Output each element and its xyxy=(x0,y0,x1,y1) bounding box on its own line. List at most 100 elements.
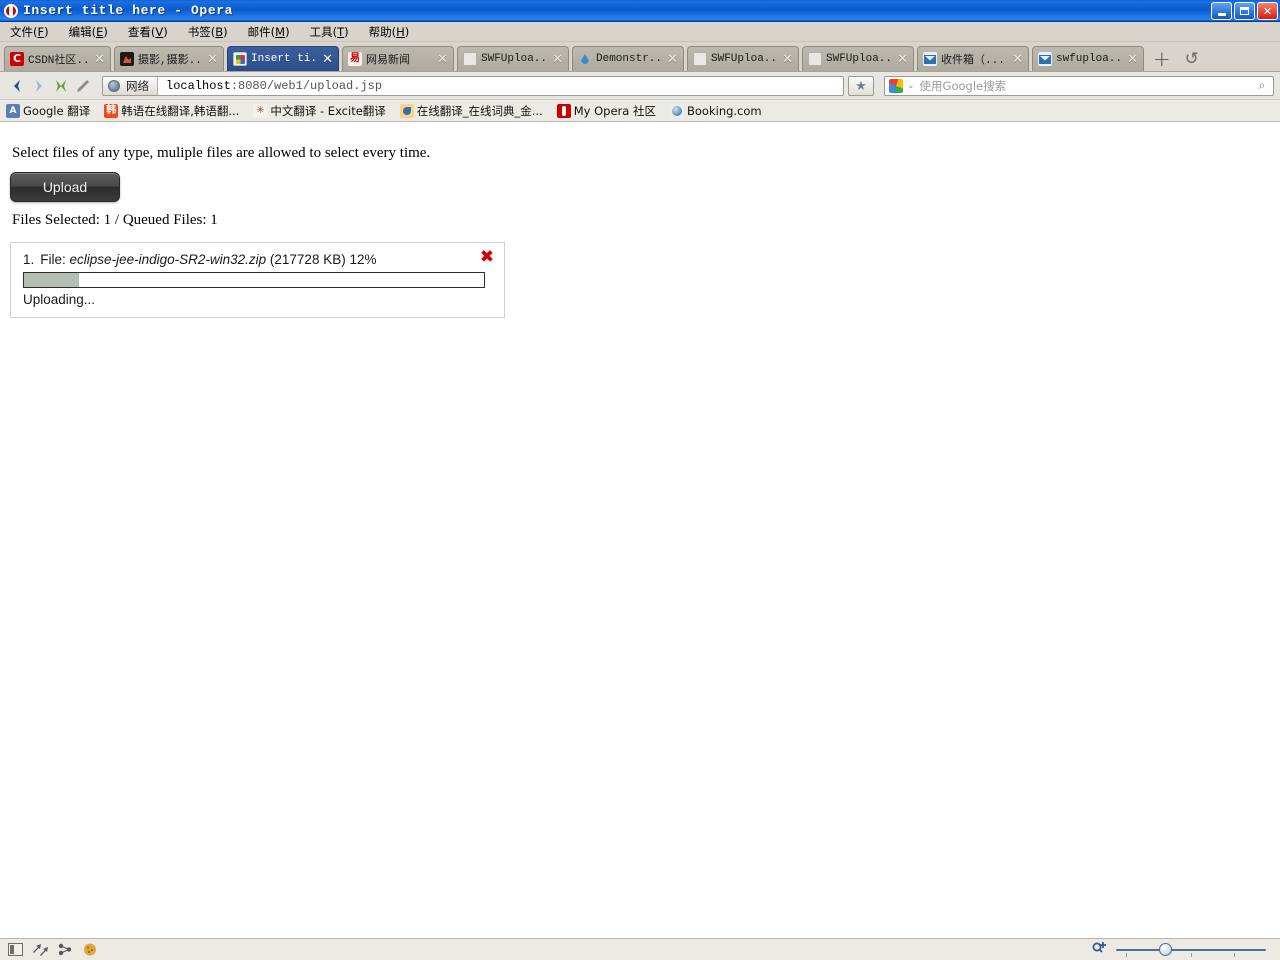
zoom-icon[interactable] xyxy=(1092,941,1108,959)
new-tab-button[interactable]: + xyxy=(1153,49,1171,70)
bookmark-my-opera[interactable]: My Opera 社区 xyxy=(556,103,656,119)
menu-accel: F xyxy=(37,24,45,39)
queue-item-delete-icon[interactable]: ✖ xyxy=(480,249,494,266)
menu-label: 编辑 xyxy=(68,24,92,39)
maximize-button[interactable] xyxy=(1234,2,1255,20)
queue-item-file-label: File: xyxy=(40,252,66,267)
bookmark-booking[interactable]: Booking.com xyxy=(670,103,762,118)
tab-close-icon[interactable]: ✕ xyxy=(667,53,678,66)
zoom-slider-knob[interactable] xyxy=(1159,942,1172,956)
address-toolbar: 网络 localhost:8080/web1/upload.jsp ★ ⌄ 使用… xyxy=(0,72,1280,100)
csdn-icon xyxy=(10,52,24,66)
tab-swfupload-3[interactable]: SWFUploa... ✕ xyxy=(802,46,914,71)
menu-accel: H xyxy=(396,24,405,39)
url-host: localhost xyxy=(166,78,231,93)
tab-insert-title[interactable]: Insert ti... ✕ xyxy=(227,46,339,71)
excite-icon xyxy=(253,103,268,118)
bookmark-excite-translate[interactable]: 中文翻译 - Excite翻译 xyxy=(253,103,386,119)
korean-translate-icon xyxy=(104,103,119,118)
links-icon[interactable] xyxy=(56,942,74,958)
queue-item-filename: eclipse-jee-indigo-SR2-win32.zip xyxy=(69,252,267,267)
edit-icon[interactable] xyxy=(72,75,94,97)
tab-close-icon[interactable]: ✕ xyxy=(1012,53,1023,66)
globe-icon xyxy=(108,79,120,92)
tab-close-icon[interactable]: ✕ xyxy=(207,53,218,66)
upload-queue-panel: 1. File: eclipse-jee-indigo-SR2-win32.zi… xyxy=(10,242,505,318)
mail-icon xyxy=(923,52,937,66)
zoom-control[interactable] xyxy=(1092,941,1274,959)
tab-label: 网易新闻 xyxy=(366,55,410,67)
chevron-down-icon[interactable]: ⌄ xyxy=(907,80,915,91)
menu-label: 帮助 xyxy=(368,24,392,39)
blank-page-icon xyxy=(693,52,707,66)
menu-item-tools[interactable]: 工具(T) xyxy=(300,22,359,42)
tab-photo[interactable]: 摄影,摄影... ✕ xyxy=(114,46,224,71)
tab-close-icon[interactable]: ✕ xyxy=(437,53,448,66)
tab-swfupload-2[interactable]: SWFUploa... ✕ xyxy=(687,46,799,71)
menu-item-edit[interactable]: 编辑(E) xyxy=(59,22,118,42)
bookmark-label: Booking.com xyxy=(687,103,762,118)
stop-icon[interactable] xyxy=(50,75,72,97)
menu-bar: 文件(F) 编辑(E) 查看(V) 书签(B) 邮件(M) 工具(T) 帮助(H… xyxy=(0,22,1280,42)
address-bar[interactable]: 网络 localhost:8080/web1/upload.jsp xyxy=(102,75,844,96)
page-content: Select files of any type, muliple files … xyxy=(0,138,1280,938)
transfers-icon[interactable] xyxy=(31,942,49,958)
menu-item-bookmarks[interactable]: 书签(B) xyxy=(178,22,238,42)
tab-swfupload-mail[interactable]: swfuploa... ✕ xyxy=(1032,46,1144,71)
cookies-icon[interactable] xyxy=(81,942,99,958)
window-controls: ✕ xyxy=(1211,2,1278,20)
menu-accel: E xyxy=(96,24,104,39)
tab-close-icon[interactable]: ✕ xyxy=(94,53,105,66)
instructions-text: Select files of any type, muliple files … xyxy=(12,145,431,161)
menu-item-mail[interactable]: 邮件(M) xyxy=(238,22,300,42)
upload-button[interactable]: Upload xyxy=(10,172,120,202)
close-button[interactable]: ✕ xyxy=(1257,2,1278,20)
bookmark-star-icon[interactable]: ★ xyxy=(848,75,874,96)
tab-close-icon[interactable]: ✕ xyxy=(897,53,908,66)
search-box[interactable]: ⌄ 使用Google搜索 ⌕ xyxy=(884,75,1274,96)
tab-close-icon[interactable]: ✕ xyxy=(1127,53,1138,66)
zoom-slider[interactable] xyxy=(1116,942,1266,957)
url-input[interactable]: localhost:8080/web1/upload.jsp xyxy=(158,77,843,95)
menu-label: 书签 xyxy=(187,24,211,39)
menu-accel: M xyxy=(275,24,286,39)
bookmark-online-dictionary[interactable]: 在线翻译_在线词典_金... xyxy=(399,103,543,119)
drupal-icon xyxy=(578,52,592,66)
mail-icon xyxy=(1038,52,1052,66)
tab-demonstration[interactable]: Demonstr... ✕ xyxy=(572,46,684,71)
queue-item-percent: 12% xyxy=(349,252,377,267)
search-input[interactable]: 使用Google搜索 xyxy=(920,78,1251,94)
tab-inbox[interactable]: 收件箱（... ✕ xyxy=(917,46,1029,71)
tab-label: SWFUploa... xyxy=(711,53,778,65)
tab-swfupload-1[interactable]: SWFUploa... ✕ xyxy=(457,46,569,71)
queue-item-status: Uploading... xyxy=(23,292,96,307)
tab-close-icon[interactable]: ✕ xyxy=(322,53,333,66)
status-bar xyxy=(0,938,1280,960)
menu-accel: T xyxy=(337,24,345,39)
netease-icon xyxy=(348,52,362,66)
tab-close-icon[interactable]: ✕ xyxy=(782,53,793,66)
tab-label: SWFUploa... xyxy=(481,53,548,65)
menu-item-help[interactable]: 帮助(H) xyxy=(359,22,420,42)
trash-icon[interactable]: ↺ xyxy=(1185,49,1199,69)
menu-accel: V xyxy=(155,24,164,39)
minimize-button[interactable] xyxy=(1211,2,1232,20)
menu-item-file[interactable]: 文件(F) xyxy=(0,22,59,42)
forward-icon[interactable] xyxy=(28,75,50,97)
menu-accel: B xyxy=(215,24,224,39)
back-icon[interactable] xyxy=(6,75,28,97)
protocol-selector[interactable]: 网络 xyxy=(103,76,158,95)
tab-netease-news[interactable]: 网易新闻 ✕ xyxy=(342,46,454,71)
panels-icon[interactable] xyxy=(6,942,24,958)
tab-label: Insert ti... xyxy=(251,53,318,65)
tab-csdn[interactable]: CSDN社区... ✕ xyxy=(4,46,111,71)
bookmark-korean-translate[interactable]: 韩语在线翻译,韩语翻... xyxy=(104,103,239,119)
tab-close-icon[interactable]: ✕ xyxy=(552,53,563,66)
tab-label: Demonstr... xyxy=(596,53,663,65)
menu-item-view[interactable]: 查看(V) xyxy=(118,22,178,42)
google-translate-icon xyxy=(6,103,20,118)
bookmark-google-translate[interactable]: Google 翻译 xyxy=(6,103,90,119)
window-titlebar: Insert title here - Opera ✕ xyxy=(0,0,1280,22)
bookmark-label: 中文翻译 - Excite翻译 xyxy=(270,103,386,118)
search-icon[interactable]: ⌕ xyxy=(1251,78,1273,93)
